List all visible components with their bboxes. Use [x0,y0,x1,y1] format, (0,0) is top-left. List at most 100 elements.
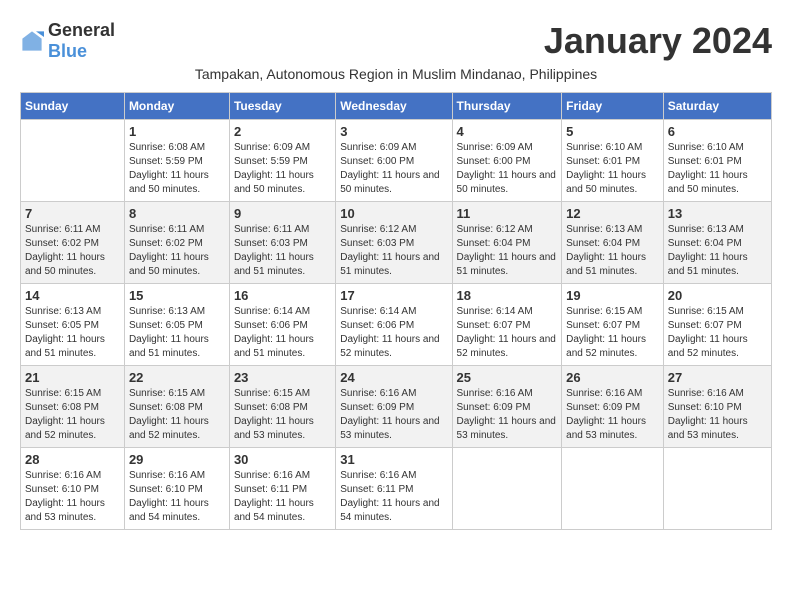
day-number: 11 [457,206,558,221]
day-number: 7 [25,206,120,221]
day-info: Sunrise: 6:16 AMSunset: 6:09 PMDaylight:… [340,387,447,443]
day-info: Sunrise: 6:14 AMSunset: 6:07 PMDaylight:… [457,305,558,361]
day-cell [21,120,125,202]
day-info: Sunrise: 6:11 AMSunset: 6:02 PMDaylight:… [129,223,225,279]
day-number: 18 [457,288,558,303]
logo-general: General [48,20,115,40]
day-cell: 6Sunrise: 6:10 AMSunset: 6:01 PMDaylight… [663,120,771,202]
day-cell: 3Sunrise: 6:09 AMSunset: 6:00 PMDaylight… [336,120,452,202]
day-cell: 29 Sunrise: 6:16 AMSunset: 6:10 PMDayligh… [124,448,229,530]
day-info: Sunrise: 6:15 AMSunset: 6:08 PMDaylight:… [234,387,331,443]
logo: General Blue [20,20,115,62]
day-number: 17 [340,288,447,303]
day-cell: 31Sunrise: 6:16 AMSunset: 6:11 PMDayligh… [336,448,452,530]
day-number: 29 [129,452,225,467]
day-info: Sunrise: 6:13 AMSunset: 6:05 PMDaylight:… [129,305,225,361]
day-cell: 26 Sunrise: 6:16 AMSunset: 6:09 PMDayligh… [562,366,664,448]
day-cell: 27 Sunrise: 6:16 AMSunset: 6:10 PMDayligh… [663,366,771,448]
day-cell: 17Sunrise: 6:14 AMSunset: 6:06 PMDayligh… [336,284,452,366]
day-number: 4 [457,124,558,139]
day-info: Sunrise: 6:11 AMSunset: 6:03 PMDaylight:… [234,223,331,279]
day-header-tuesday: Tuesday [229,93,335,120]
week-row-5: 28 Sunrise: 6:16 AMSunset: 6:10 PMDayligh… [21,448,772,530]
week-row-2: 7 Sunrise: 6:11 AMSunset: 6:02 PMDaylight… [21,202,772,284]
day-info: Sunrise: 6:10 AMSunset: 6:01 PMDaylight:… [668,141,767,197]
header: General Blue January 2024 [20,20,772,62]
day-header-saturday: Saturday [663,93,771,120]
day-number: 27 [668,370,767,385]
day-number: 16 [234,288,331,303]
day-number: 3 [340,124,447,139]
day-cell: 13 Sunrise: 6:13 AMSunset: 6:04 PMDayligh… [663,202,771,284]
day-number: 10 [340,206,447,221]
week-row-1: 1 Sunrise: 6:08 AMSunset: 5:59 PMDaylight… [21,120,772,202]
day-info: Sunrise: 6:11 AMSunset: 6:02 PMDaylight:… [25,223,120,279]
day-number: 30 [234,452,331,467]
day-cell: 1 Sunrise: 6:08 AMSunset: 5:59 PMDaylight… [124,120,229,202]
day-info: Sunrise: 6:15 AMSunset: 6:07 PMDaylight:… [668,305,767,361]
day-header-sunday: Sunday [21,93,125,120]
day-number: 5 [566,124,659,139]
day-cell: 14 Sunrise: 6:13 AMSunset: 6:05 PMDayligh… [21,284,125,366]
day-info: Sunrise: 6:16 AMSunset: 6:09 PMDaylight:… [566,387,659,443]
day-number: 12 [566,206,659,221]
day-info: Sunrise: 6:16 AMSunset: 6:10 PMDaylight:… [25,469,120,525]
day-header-wednesday: Wednesday [336,93,452,120]
logo-text: General Blue [48,20,115,62]
day-cell: 7 Sunrise: 6:11 AMSunset: 6:02 PMDaylight… [21,202,125,284]
day-cell: 12 Sunrise: 6:13 AMSunset: 6:04 PMDayligh… [562,202,664,284]
day-cell: 8 Sunrise: 6:11 AMSunset: 6:02 PMDaylight… [124,202,229,284]
day-number: 21 [25,370,120,385]
day-cell: 9Sunrise: 6:11 AMSunset: 6:03 PMDaylight… [229,202,335,284]
day-info: Sunrise: 6:12 AMSunset: 6:04 PMDaylight:… [457,223,558,279]
day-cell: 23 Sunrise: 6:15 AMSunset: 6:08 PMDayligh… [229,366,335,448]
day-info: Sunrise: 6:16 AMSunset: 6:09 PMDaylight:… [457,387,558,443]
day-info: Sunrise: 6:16 AMSunset: 6:10 PMDaylight:… [668,387,767,443]
day-info: Sunrise: 6:13 AMSunset: 6:05 PMDaylight:… [25,305,120,361]
logo-icon [20,29,44,53]
calendar-table: SundayMondayTuesdayWednesdayThursdayFrid… [20,92,772,530]
day-info: Sunrise: 6:16 AMSunset: 6:11 PMDaylight:… [234,469,331,525]
day-number: 15 [129,288,225,303]
day-header-thursday: Thursday [452,93,562,120]
day-info: Sunrise: 6:09 AMSunset: 6:00 PMDaylight:… [457,141,558,197]
header-row: SundayMondayTuesdayWednesdayThursdayFrid… [21,93,772,120]
day-number: 1 [129,124,225,139]
day-info: Sunrise: 6:12 AMSunset: 6:03 PMDaylight:… [340,223,447,279]
week-row-3: 14 Sunrise: 6:13 AMSunset: 6:05 PMDayligh… [21,284,772,366]
day-cell: 4 Sunrise: 6:09 AMSunset: 6:00 PMDaylight… [452,120,562,202]
day-cell: 16 Sunrise: 6:14 AMSunset: 6:06 PMDayligh… [229,284,335,366]
day-number: 23 [234,370,331,385]
day-header-monday: Monday [124,93,229,120]
day-cell: 2Sunrise: 6:09 AMSunset: 5:59 PMDaylight… [229,120,335,202]
day-number: 25 [457,370,558,385]
day-number: 24 [340,370,447,385]
day-number: 22 [129,370,225,385]
day-info: Sunrise: 6:16 AMSunset: 6:11 PMDaylight:… [340,469,447,525]
day-info: Sunrise: 6:13 AMSunset: 6:04 PMDaylight:… [668,223,767,279]
day-number: 19 [566,288,659,303]
day-info: Sunrise: 6:08 AMSunset: 5:59 PMDaylight:… [129,141,225,197]
day-header-friday: Friday [562,93,664,120]
day-info: Sunrise: 6:16 AMSunset: 6:10 PMDaylight:… [129,469,225,525]
day-number: 26 [566,370,659,385]
day-info: Sunrise: 6:10 AMSunset: 6:01 PMDaylight:… [566,141,659,197]
day-info: Sunrise: 6:15 AMSunset: 6:08 PMDaylight:… [129,387,225,443]
day-info: Sunrise: 6:13 AMSunset: 6:04 PMDaylight:… [566,223,659,279]
day-number: 28 [25,452,120,467]
day-cell: 30 Sunrise: 6:16 AMSunset: 6:11 PMDayligh… [229,448,335,530]
week-row-4: 21 Sunrise: 6:15 AMSunset: 6:08 PMDayligh… [21,366,772,448]
month-title: January 2024 [544,20,772,62]
day-number: 8 [129,206,225,221]
day-info: Sunrise: 6:14 AMSunset: 6:06 PMDaylight:… [234,305,331,361]
day-number: 13 [668,206,767,221]
subtitle: Tampakan, Autonomous Region in Muslim Mi… [20,66,772,82]
day-number: 14 [25,288,120,303]
day-cell: 28 Sunrise: 6:16 AMSunset: 6:10 PMDayligh… [21,448,125,530]
day-number: 20 [668,288,767,303]
day-cell [663,448,771,530]
day-cell: 5 Sunrise: 6:10 AMSunset: 6:01 PMDaylight… [562,120,664,202]
day-cell: 11 Sunrise: 6:12 AMSunset: 6:04 PMDayligh… [452,202,562,284]
day-cell: 10 Sunrise: 6:12 AMSunset: 6:03 PMDayligh… [336,202,452,284]
day-cell [452,448,562,530]
